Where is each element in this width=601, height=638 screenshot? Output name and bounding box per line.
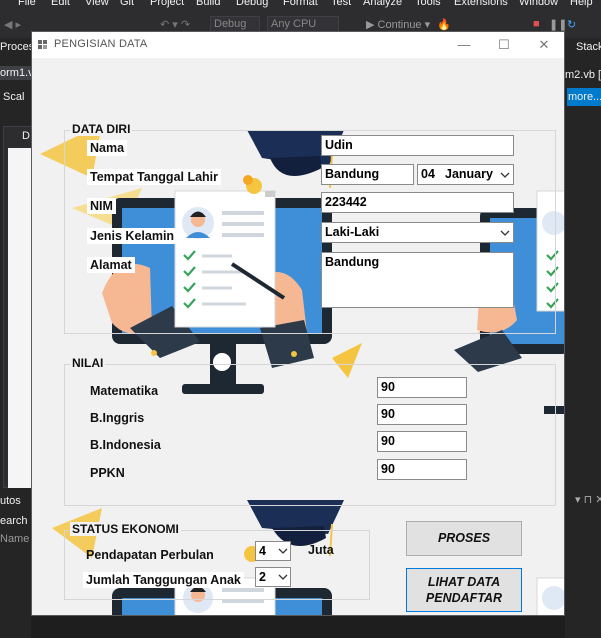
tanggal-day: 04 bbox=[421, 167, 435, 181]
tab-label-form2: m2.vb [D bbox=[565, 69, 601, 81]
nilai-title: NILAI bbox=[70, 356, 106, 370]
form-icon bbox=[38, 40, 47, 49]
tempat-lahir-input[interactable]: Bandung bbox=[321, 164, 414, 185]
restart-icon[interactable]: ↻ bbox=[567, 18, 576, 31]
pendapatan-combo[interactable]: 4 bbox=[255, 541, 291, 561]
menu-view[interactable]: View bbox=[85, 0, 109, 8]
more-link[interactable]: more... bbox=[568, 91, 601, 103]
tanggungan-value: 2 bbox=[259, 570, 266, 584]
continue-button[interactable]: ▶ Continue ▾ bbox=[366, 18, 430, 31]
ide-menu-bar: File Edit View Git Project Build Debug F… bbox=[0, 0, 601, 10]
juta-label: Juta bbox=[308, 543, 334, 557]
b-indonesia-label: B.Indonesia bbox=[90, 438, 161, 452]
jenis-kelamin-label: Jenis Kelamin bbox=[87, 228, 178, 244]
chevron-down-icon[interactable] bbox=[278, 572, 288, 582]
status-ekonomi-title: STATUS EKONOMI bbox=[70, 522, 181, 536]
title-bar[interactable]: PENGISIAN DATA — ☐ ✕ bbox=[32, 32, 564, 58]
chevron-down-icon[interactable] bbox=[500, 170, 510, 180]
autos-label: utos bbox=[0, 495, 21, 507]
maximize-icon[interactable]: ☐ bbox=[484, 32, 524, 58]
chevron-down-icon[interactable] bbox=[278, 546, 288, 556]
window-title: PENGISIAN DATA bbox=[54, 38, 148, 50]
stack-label: Stack bbox=[576, 41, 601, 53]
ide-left-panel: Proces orm1.vb Scal D utos earch ( Name bbox=[0, 38, 31, 638]
alamat-label: Alamat bbox=[87, 257, 135, 273]
menu-git[interactable]: Git bbox=[120, 0, 134, 8]
b-inggris-label: B.Inggris bbox=[90, 411, 145, 425]
lihat-data-label: LIHAT DATA bbox=[427, 575, 501, 589]
platform-combo[interactable]: Any CPU bbox=[267, 16, 339, 32]
nim-input[interactable]: 223442 bbox=[321, 192, 514, 213]
jenis-kelamin-combo[interactable]: Laki-Laki bbox=[321, 222, 514, 243]
menu-analyze[interactable]: Analyze bbox=[363, 0, 402, 8]
pendapatan-label: Pendapatan Perbulan bbox=[86, 548, 214, 562]
designer-label: D bbox=[22, 130, 30, 142]
status-ekonomi-group bbox=[64, 530, 370, 600]
lihat-data-pendaftar-button[interactable]: LIHAT DATA PENDAFTAR bbox=[406, 568, 522, 612]
matematika-label: Matematika bbox=[90, 384, 159, 398]
pendaftar-label: PENDAFTAR bbox=[425, 591, 503, 605]
form-window: PENGISIAN DATA — ☐ ✕ DATA DIRI Nama Udin… bbox=[31, 31, 565, 616]
tab-label-form1: orm1.vb bbox=[0, 67, 31, 79]
panel-controls-icon[interactable]: ▾ ⊓ ✕ bbox=[575, 493, 601, 506]
alamat-textarea[interactable]: Bandung bbox=[321, 252, 514, 308]
nama-input[interactable]: Udin bbox=[321, 135, 514, 156]
menu-extensions[interactable]: Extensions bbox=[454, 0, 508, 8]
matematika-input[interactable]: 90 bbox=[377, 377, 467, 398]
menu-debug[interactable]: Debug bbox=[236, 0, 268, 8]
b-inggris-input[interactable]: 90 bbox=[377, 404, 467, 425]
ppkn-input[interactable]: 90 bbox=[377, 459, 467, 480]
chevron-down-icon[interactable] bbox=[500, 228, 510, 238]
ttl-label: Tempat Tanggal Lahir bbox=[87, 169, 222, 185]
nama-label: Nama bbox=[87, 140, 128, 156]
ide-right-panel: Stack m2.vb [D more... ▾ ⊓ ✕ bbox=[565, 38, 601, 638]
hot-reload-icon[interactable]: 🔥 bbox=[437, 18, 451, 31]
tanggal-month: January bbox=[445, 167, 493, 181]
undo-icon[interactable]: ↶ ▾ ↷ bbox=[160, 18, 190, 31]
menu-edit[interactable]: Edit bbox=[51, 0, 70, 8]
menu-help[interactable]: Help bbox=[570, 0, 593, 8]
name-column-label: Name bbox=[0, 533, 30, 545]
jenis-kelamin-value: Laki-Laki bbox=[325, 225, 380, 239]
designer-canvas bbox=[8, 148, 31, 488]
config-combo[interactable]: Debug bbox=[210, 16, 260, 32]
menu-project[interactable]: Project bbox=[150, 0, 184, 8]
back-icon[interactable]: ◀ ▸ bbox=[4, 18, 21, 31]
menu-tools[interactable]: Tools bbox=[415, 0, 441, 8]
pause-icon[interactable]: ❚❚ bbox=[549, 18, 567, 31]
ppkn-label: PPKN bbox=[90, 466, 125, 480]
proses-button[interactable]: PROSES bbox=[406, 521, 522, 556]
menu-build[interactable]: Build bbox=[196, 0, 220, 8]
data-diri-title: DATA DIRI bbox=[70, 122, 133, 136]
b-indonesia-input[interactable]: 90 bbox=[377, 431, 467, 452]
stop-icon[interactable]: ■ bbox=[533, 18, 540, 30]
tanggungan-label: Jumlah Tanggungan Anak bbox=[83, 572, 244, 588]
menu-file[interactable]: File bbox=[18, 0, 36, 8]
menu-format[interactable]: Format bbox=[283, 0, 318, 8]
tanggungan-combo[interactable]: 2 bbox=[255, 567, 291, 587]
form-client-area: DATA DIRI Nama Udin Tempat Tanggal Lahir… bbox=[32, 58, 564, 615]
minimize-icon[interactable]: — bbox=[444, 32, 484, 58]
scale-label: Scal bbox=[3, 91, 25, 103]
tanggal-lahir-picker[interactable]: 04 January bbox=[417, 164, 514, 185]
process-label: Proces bbox=[0, 41, 31, 53]
close-icon[interactable]: ✕ bbox=[524, 32, 564, 58]
menu-test[interactable]: Test bbox=[331, 0, 351, 8]
pendapatan-value: 4 bbox=[259, 544, 266, 558]
menu-window[interactable]: Window bbox=[519, 0, 558, 8]
search-label: earch ( bbox=[0, 515, 31, 527]
nim-label: NIM bbox=[87, 198, 116, 214]
